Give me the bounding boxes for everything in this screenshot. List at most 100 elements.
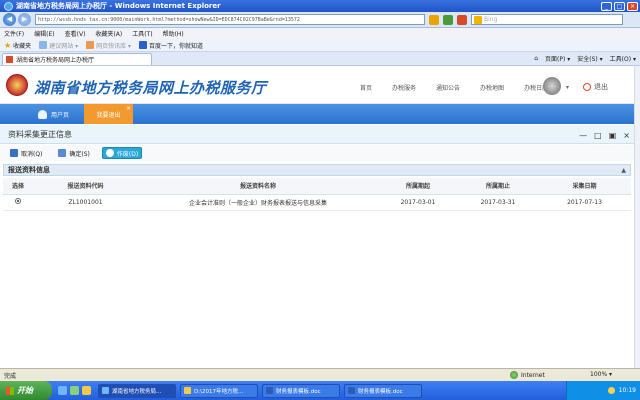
chevron-down-icon[interactable]: ▾ — [566, 84, 569, 91]
taskbar-window-doc[interactable]: 财务报表模板.doc — [262, 383, 340, 398]
collapse-icon[interactable]: ▲ — [621, 167, 626, 174]
zoom-control[interactable]: 100% ▾ — [590, 371, 612, 378]
status-text: 完成 — [4, 372, 17, 380]
favorites-button[interactable]: 收藏夹 — [13, 41, 31, 50]
site-header: 湖南省地方税务局网上办税服务厅 首页 办税服务 通知公告 办税地图 办税日历 ▾… — [0, 66, 640, 104]
tools-menu[interactable]: 工具(O) ▾ — [610, 54, 636, 63]
back-button[interactable]: ◀ — [3, 13, 16, 26]
search-input[interactable]: Bing — [471, 14, 623, 25]
col-select: 选择 — [3, 178, 33, 195]
cell-name: 企业会计准则（一般企业）财务报表报送与信息采集 — [138, 194, 378, 211]
tab-active-task-label: 我要退出 — [96, 111, 121, 119]
favorites-bar: ★ 收藏夹 建议网站 ▾ 网页快讯库 ▾ 百度一下，你就知道 — [0, 39, 640, 52]
site-title: 湖南省地方税务局网上办税服务厅 — [34, 79, 267, 97]
word-icon — [348, 387, 355, 394]
tab-row: 湖南省地方税务局网上办税厅 ⌂ 页面(P) ▾ 安全(S) ▾ 工具(O) ▾ — [0, 52, 640, 66]
close-icon[interactable]: × — [126, 105, 131, 112]
col-code: 报送资料代码 — [33, 178, 138, 195]
compat-view-icon[interactable] — [429, 14, 439, 25]
tab-user-page-label: 用户页 — [51, 111, 70, 119]
radio-button[interactable] — [15, 198, 21, 204]
save-icon — [58, 149, 67, 157]
browser-tab[interactable]: 湖南省地方税务局网上办税厅 — [2, 53, 152, 65]
favorites-star-icon: ★ — [4, 40, 12, 50]
tab-label: 湖南省地方税务局网上办税厅 — [16, 57, 95, 64]
panel-minimize-icon[interactable]: — — [579, 131, 587, 140]
zone-label: Internet — [521, 371, 545, 379]
menu-tools[interactable]: 工具(T) — [132, 29, 152, 38]
power-icon — [583, 83, 591, 91]
minimize-button[interactable]: _ — [601, 1, 612, 11]
cell-code: ZL1001001 — [33, 194, 138, 211]
menu-favorites[interactable]: 收藏夹(A) — [95, 29, 122, 38]
bing-icon — [474, 16, 482, 24]
ie-icon — [39, 41, 48, 49]
panel-restore-icon[interactable]: □ — [594, 131, 602, 140]
col-period-end: 所属期止 — [458, 178, 538, 195]
command-bar: ⌂ 页面(P) ▾ 安全(S) ▾ 工具(O) ▾ — [527, 54, 636, 63]
nav-tax-service[interactable]: 办税服务 — [392, 83, 416, 92]
section-title: 报送资料信息 — [8, 166, 50, 174]
refresh-icon[interactable] — [443, 14, 453, 25]
cell-period-end: 2017-03-31 — [458, 194, 538, 211]
menu-file[interactable]: 文件(F) — [4, 29, 24, 38]
void-icon — [105, 149, 114, 157]
nav-home[interactable]: 首页 — [360, 83, 372, 92]
tab-active-task[interactable]: 我要退出 × — [84, 104, 133, 124]
cancel-button[interactable]: 取消(Q) — [6, 147, 46, 159]
quick-launch — [58, 386, 94, 395]
avatar[interactable] — [543, 77, 561, 95]
cell-collect-date: 2017-07-13 — [538, 194, 631, 211]
nav-tax-map[interactable]: 办税地图 — [480, 83, 504, 92]
desktop-icon[interactable] — [70, 386, 79, 395]
panel-maximize-icon[interactable]: ▣ — [609, 131, 617, 140]
cell-period-start: 2017-03-01 — [378, 194, 458, 211]
data-table: 选择 报送资料代码 报送资料名称 所属期起 所属期止 采集日期 ZL100100… — [3, 178, 631, 211]
forward-button[interactable]: ▶ — [18, 13, 31, 26]
tab-user-page[interactable]: 用户页 — [38, 104, 69, 124]
window-titlebar: 湖南省地方税务局网上办税厅 - Windows Internet Explore… — [0, 0, 640, 12]
table-header-row: 选择 报送资料代码 报送资料名称 所属期起 所属期止 采集日期 — [3, 178, 631, 195]
security-zone: Internet — [510, 371, 545, 379]
table-row[interactable]: ZL1001001 企业会计准则（一般企业）财务报表报送与信息采集 2017-0… — [3, 194, 631, 211]
taskbar-window-folder[interactable]: D:\2017年地方税... — [180, 383, 258, 398]
vertical-scrollbar[interactable] — [634, 66, 640, 368]
start-button[interactable]: 开始 — [0, 381, 52, 400]
col-name: 报送资料名称 — [138, 178, 378, 195]
address-input[interactable]: http://wssb.hnds tax.cn:9000/mainWork.ht… — [35, 14, 425, 25]
tray-icon[interactable] — [607, 387, 615, 394]
panel-close-icon[interactable]: × — [623, 131, 630, 140]
menu-view[interactable]: 查看(V) — [65, 29, 86, 38]
panel-header: 资料采集更正信息 — □ ▣ × — [0, 125, 640, 144]
section-header: 报送资料信息 ▲ — [3, 164, 631, 176]
safety-menu[interactable]: 安全(S) ▾ — [577, 54, 602, 63]
nav-notice[interactable]: 通知公告 — [436, 83, 460, 92]
search-placeholder: Bing — [484, 16, 498, 23]
folder-icon[interactable] — [82, 386, 91, 395]
top-nav: 首页 办税服务 通知公告 办税地图 办税日历 — [360, 83, 568, 92]
void-button[interactable]: 作废(D) — [101, 147, 143, 159]
menu-help[interactable]: 帮助(H) — [163, 29, 184, 38]
panel-title: 资料采集更正信息 — [8, 129, 72, 139]
maximize-button[interactable]: □ — [614, 1, 625, 11]
fav-suggested-sites[interactable]: 建议网站 ▾ — [39, 41, 78, 50]
menu-edit[interactable]: 编辑(E) — [34, 29, 54, 38]
url-text: http://wssb.hnds tax.cn:9000/mainWork.ht… — [38, 16, 300, 23]
ie-quicklaunch-icon[interactable] — [58, 386, 67, 395]
fav-baidu[interactable]: 百度一下，你就知道 — [139, 41, 203, 50]
logout-button[interactable]: 退出 — [583, 82, 608, 92]
system-tray: 10:19 — [566, 381, 640, 400]
row-select[interactable] — [3, 194, 33, 211]
menu-bar: 文件(F) 编辑(E) 查看(V) 收藏夹(A) 工具(T) 帮助(H) — [0, 28, 640, 39]
globe-icon — [510, 371, 518, 379]
page-menu[interactable]: 页面(P) ▾ — [545, 54, 570, 63]
windows-flag-icon — [6, 386, 14, 395]
fav-web-slice[interactable]: 网页快讯库 ▾ — [86, 41, 131, 50]
confirm-button[interactable]: 确定(S) — [54, 147, 94, 159]
status-bar: 完成 Internet 100% ▾ — [0, 368, 640, 381]
taskbar-window-doc[interactable]: 财务报表模板.doc — [344, 383, 422, 398]
close-button[interactable]: × — [627, 1, 638, 11]
home-icon[interactable]: ⌂ — [534, 55, 538, 62]
taskbar-window-ie[interactable]: 湖南省地方税务局... — [98, 383, 176, 398]
stop-icon[interactable] — [457, 14, 467, 25]
